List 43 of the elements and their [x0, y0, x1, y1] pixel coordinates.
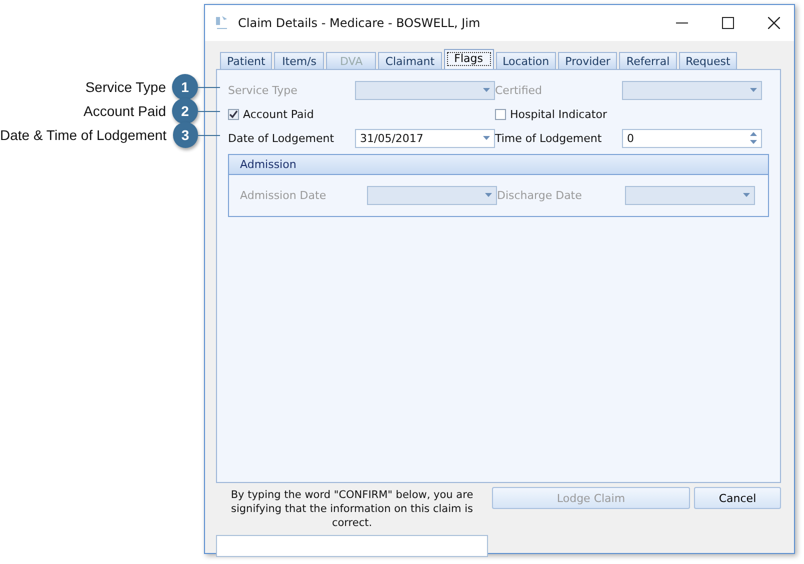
- callout-number-badge: 2: [172, 98, 198, 124]
- tab[interactable]: Request: [678, 52, 738, 69]
- dropdown-arrow-icon: [743, 193, 750, 197]
- tab[interactable]: Location: [496, 52, 556, 69]
- close-icon[interactable]: [768, 17, 780, 29]
- window-title: Claim Details - Medicare - BOSWELL, Jim: [238, 16, 482, 30]
- spinner-arrows-icon: [750, 132, 757, 144]
- checkbox-label: Hospital Indicator: [510, 108, 607, 120]
- field-label: Certified: [495, 84, 544, 96]
- callout-number-badge: 3: [172, 122, 198, 148]
- leader-line: [198, 110, 220, 112]
- dropdown-arrow-icon: [750, 88, 757, 92]
- app-logo-icon: [214, 14, 230, 32]
- dialog-button[interactable]: Cancel: [694, 487, 781, 509]
- maximize-icon[interactable]: [722, 17, 734, 29]
- callout-number-badge: 1: [172, 74, 198, 100]
- dropdown-arrow-icon: [483, 88, 490, 92]
- dropdown-arrow-icon: [485, 193, 492, 197]
- checkbox-label: Account Paid: [243, 108, 314, 120]
- tab[interactable]: Flags: [444, 49, 494, 69]
- field-label: Service Type: [228, 84, 298, 96]
- field-label: Time of Lodgement: [495, 132, 603, 144]
- field-label: Admission Date: [240, 188, 328, 202]
- callout-label: Date & Time of Lodgement: [0, 127, 167, 143]
- tab[interactable]: Provider: [558, 52, 618, 69]
- dropdown-arrow-icon: [483, 136, 490, 140]
- number-field[interactable]: 0: [622, 128, 762, 148]
- field-label: Discharge Date: [497, 188, 583, 202]
- leader-line: [198, 134, 220, 136]
- tab[interactable]: Patient: [220, 52, 272, 69]
- tab[interactable]: Item/s: [274, 52, 324, 69]
- callout-label: Account Paid: [84, 103, 166, 119]
- confirm-input-field[interactable]: [216, 535, 488, 557]
- confirm-instructions: By typing the word "CONFIRM" below, you are signifying that the information on this claim is correct.: [230, 488, 474, 530]
- tab[interactable]: Claimant: [378, 52, 442, 69]
- checkbox[interactable]: [495, 108, 506, 120]
- field-label: Date of Lodgement: [228, 132, 336, 144]
- callout-label: Service Type: [85, 79, 166, 95]
- checkbox[interactable]: [228, 108, 239, 120]
- dropdown-field[interactable]: 31/05/2017: [355, 128, 495, 148]
- tab[interactable]: Referral: [619, 52, 677, 69]
- leader-line: [198, 86, 220, 88]
- group-header: Admission: [229, 155, 768, 175]
